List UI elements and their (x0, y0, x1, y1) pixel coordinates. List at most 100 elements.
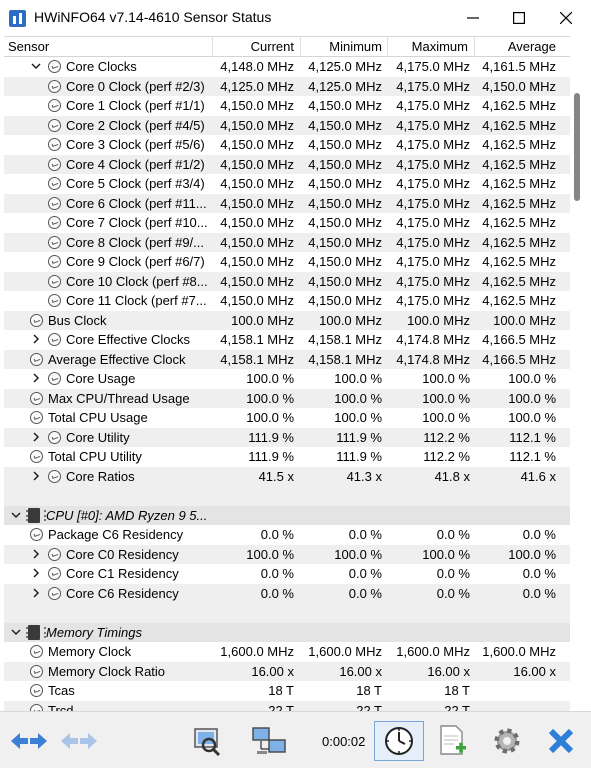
clock-icon (30, 703, 43, 711)
minimum-value: 1,600.0 MHz (308, 644, 382, 659)
current-value: 100.0 % (246, 410, 294, 425)
maximize-button[interactable] (496, 0, 542, 36)
navigate-button[interactable] (4, 721, 54, 761)
table-row[interactable]: Bus Clock 100.0 MHz 100.0 MHz 100.0 MHz 100.… (4, 310, 570, 330)
clock-icon (48, 567, 61, 580)
table-row[interactable]: Tcas 18 T 18 T 18 T (4, 681, 570, 701)
sensor-search-button[interactable] (182, 721, 232, 761)
current-value: 4,150.0 MHz (220, 234, 294, 250)
sensor-label: Core Clocks (66, 59, 137, 74)
sensor-search-icon (194, 728, 221, 757)
table-row[interactable]: Total CPU Utility 111.9 % 111.9 % 112.2 % 11… (4, 447, 570, 467)
table-header: Sensor Current Minimum Maximum Average (4, 37, 570, 57)
chevron-right-icon[interactable] (31, 587, 41, 598)
column-header-maximum[interactable]: Maximum (390, 39, 468, 57)
average-value: 4,162.5 MHz (482, 273, 556, 289)
chevron-right-icon[interactable] (31, 470, 41, 481)
column-header-minimum[interactable]: Minimum (304, 39, 382, 57)
table-row[interactable]: Core 0 Clock (perf #2/3) 4,125.0 MHz 4,125… (4, 76, 570, 96)
table-row[interactable]: Core 10 Clock (perf #8... 4,150.0 MHz 4,15… (4, 271, 570, 291)
chevron-right-icon[interactable] (31, 334, 41, 344)
current-value: 16.00 x (251, 663, 294, 679)
minimum-value: 100.0 % (334, 546, 382, 562)
table-row[interactable]: Core Usage 100.0 % 100.0 % 100.0 % 100.0 % (4, 369, 570, 389)
table-row[interactable]: Memory Clock Ratio 16.00 x 16.00 x 16.00 x 1… (4, 661, 570, 681)
gear-icon (494, 728, 520, 754)
table-row[interactable]: Core 9 Clock (perf #6/7) 4,150.0 MHz 4,150… (4, 252, 570, 272)
sensor-label: Total CPU Usage (48, 410, 148, 425)
column-divider[interactable] (474, 37, 475, 57)
settings-button[interactable] (482, 721, 532, 761)
clock-icon (30, 411, 43, 424)
table-row[interactable]: Core C1 Residency 0.0 % 0.0 % 0.0 % 0.0 % (4, 564, 570, 584)
table-row[interactable]: Trcd 22 T 22 T 22 T (4, 700, 570, 712)
maximum-value: 16.00 x (427, 663, 470, 679)
chevron-right-icon[interactable] (31, 568, 41, 578)
column-divider[interactable] (387, 37, 388, 57)
table-row[interactable]: Core Utility 111.9 % 111.9 % 112.2 % 112.1 % (4, 427, 570, 447)
table-row[interactable]: Core 4 Clock (perf #1/2) 4,150.0 MHz 4,150… (4, 154, 570, 174)
table-row[interactable]: Core 1 Clock (perf #1/1) 4,150.0 MHz 4,150… (4, 96, 570, 116)
chevron-down-icon[interactable] (11, 510, 21, 520)
sensor-label: Trcd (48, 702, 74, 712)
chevron-right-icon[interactable] (31, 431, 41, 442)
table-row[interactable]: Core C6 Residency 0.0 % 0.0 % 0.0 % 0.0 % (4, 583, 570, 603)
table-row[interactable]: Max CPU/Thread Usage 100.0 % 100.0 % 100.0 … (4, 388, 570, 408)
sensor-label: Core 5 Clock (perf #3/4) (66, 176, 205, 191)
table-row[interactable]: Total CPU Usage 100.0 % 100.0 % 100.0 % 100.… (4, 408, 570, 428)
column-header-sensor[interactable]: Sensor (8, 39, 49, 57)
sensor-table[interactable]: Sensor Current Minimum Maximum Average C… (4, 36, 570, 711)
table-row[interactable]: Package C6 Residency 0.0 % 0.0 % 0.0 % 0.0 % (4, 525, 570, 545)
scrollbar-thumb[interactable] (574, 93, 580, 201)
exit-button[interactable] (536, 721, 586, 761)
sensor-label: Core 0 Clock (perf #2/3) (66, 78, 205, 94)
sensor-label: Core Effective Clocks (66, 332, 191, 347)
close-button[interactable] (543, 0, 589, 36)
minimize-icon (467, 17, 479, 19)
table-row[interactable]: Core 7 Clock (perf #10... 4,150.0 MHz 4,15… (4, 213, 570, 233)
chevron-right-icon[interactable] (31, 548, 41, 559)
table-row[interactable]: Core 3 Clock (perf #5/6) 4,150.0 MHz 4,150… (4, 135, 570, 155)
maximum-value: 100.0 % (422, 371, 470, 386)
table-row[interactable]: Core 8 Clock (perf #9/... 4,150.0 MHz 4,15… (4, 232, 570, 252)
sensor-group-row[interactable]: CPU [#0]: AMD Ryzen 9 5... (4, 505, 570, 525)
table-row[interactable]: Average Effective Clock 4,158.1 MHz 4,158.… (4, 349, 570, 369)
maximum-value: 1,600.0 MHz (396, 644, 470, 659)
table-row[interactable]: Memory Clock 1,600.0 MHz 1,600.0 MHz 1,600.… (4, 642, 570, 662)
table-row[interactable]: Core 2 Clock (perf #4/5) 4,150.0 MHz 4,150… (4, 115, 570, 135)
report-button[interactable] (428, 721, 478, 761)
table-row[interactable]: Core 11 Clock (perf #7... 4,150.0 MHz 4,15… (4, 291, 570, 311)
column-header-average[interactable]: Average (478, 39, 556, 57)
minimum-value: 100.0 % (334, 410, 382, 425)
table-row[interactable]: Core 6 Clock (perf #11... 4,150.0 MHz 4,15… (4, 193, 570, 213)
sensor-label: Memory Clock Ratio (48, 663, 166, 679)
table-row[interactable]: Core Ratios 41.5 x 41.3 x 41.8 x 41.6 x (4, 466, 570, 486)
timer-reset-button[interactable] (374, 721, 424, 761)
minimum-value: 4,150.0 MHz (308, 117, 382, 133)
chevron-right-icon[interactable] (31, 373, 41, 383)
column-divider[interactable] (300, 37, 301, 57)
table-row[interactable]: Core 5 Clock (perf #3/4) 4,150.0 MHz 4,150… (4, 174, 570, 194)
maximum-value: 4,175.0 MHz (396, 234, 470, 250)
network-button[interactable] (244, 721, 294, 761)
chevron-down-icon[interactable] (31, 61, 41, 71)
current-value: 4,150.0 MHz (220, 273, 294, 289)
table-row[interactable]: Core Clocks 4,148.0 MHz 4,125.0 MHz 4,175.0… (4, 57, 570, 77)
sensor-group-row[interactable]: Memory Timings (4, 622, 570, 642)
minimize-button[interactable] (450, 0, 496, 36)
table-row[interactable]: Core Effective Clocks 4,158.1 MHz 4,158.1 … (4, 330, 570, 350)
network-icon (252, 727, 286, 754)
sensor-label: Core 8 Clock (perf #9/... (66, 234, 204, 250)
navigate-disabled-button[interactable] (54, 721, 104, 761)
minimum-value: 100.0 MHz (319, 312, 382, 328)
maximum-value: 4,175.0 MHz (396, 137, 470, 152)
vertical-scrollbar[interactable] (570, 36, 587, 711)
table-row[interactable]: Core C0 Residency 100.0 % 100.0 % 100.0 % 10… (4, 544, 570, 564)
minimum-value: 4,150.0 MHz (308, 254, 382, 269)
column-divider[interactable] (212, 37, 213, 57)
minimum-value: 4,150.0 MHz (308, 293, 382, 308)
maximum-value: 100.0 MHz (407, 312, 470, 328)
chevron-down-icon[interactable] (11, 627, 21, 637)
sensor-label: Core 6 Clock (perf #11... (66, 195, 207, 211)
column-header-current[interactable]: Current (216, 39, 294, 57)
